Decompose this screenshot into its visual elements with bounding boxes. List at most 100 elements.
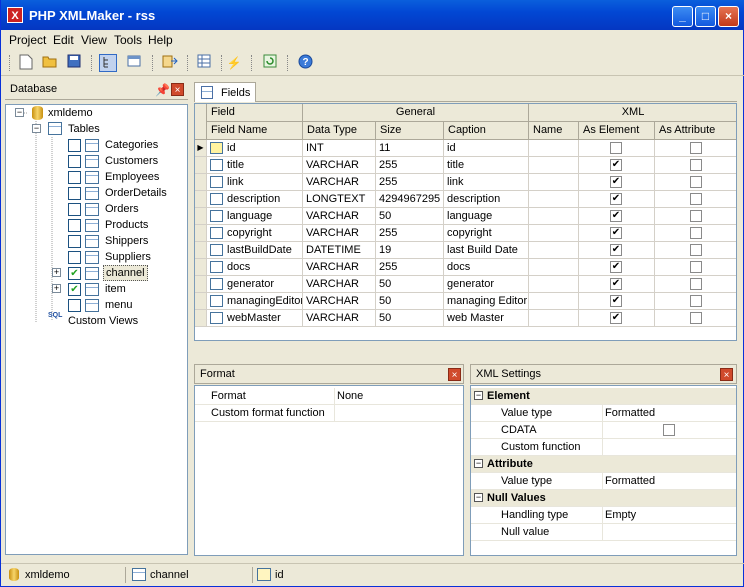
table-settings-icon[interactable] — [195, 54, 213, 72]
xml-section-header[interactable]: − Null Values — [471, 490, 736, 507]
table-checkbox[interactable] — [68, 155, 81, 168]
menu-view[interactable]: View — [81, 33, 107, 47]
table-checkbox[interactable] — [68, 187, 81, 200]
cell-caption[interactable]: docs — [444, 259, 529, 276]
xml-property-value[interactable] — [603, 439, 736, 456]
app-icon[interactable]: X — [7, 7, 23, 23]
table-checkbox[interactable] — [68, 203, 81, 216]
cell-type[interactable]: DATETIME — [303, 242, 376, 259]
table-node[interactable]: channel — [103, 265, 148, 281]
custom-views-node[interactable]: Custom Views — [68, 313, 138, 329]
as-element-checkbox[interactable]: ✔ — [610, 261, 622, 273]
col-header-field-name[interactable]: Field Name — [207, 122, 303, 140]
title-bar[interactable]: X PHP XMLMaker - rss _ □ × — [1, 0, 744, 30]
cell-type[interactable]: VARCHAR — [303, 310, 376, 327]
close-database-panel-button[interactable]: × — [171, 83, 184, 96]
as-attribute-checkbox[interactable] — [690, 295, 702, 307]
table-node[interactable]: Products — [103, 217, 150, 233]
cell-field-name[interactable]: link — [207, 174, 303, 191]
cell-caption[interactable]: title — [444, 157, 529, 174]
open-folder-icon[interactable] — [41, 54, 59, 72]
cell-size[interactable]: 255 — [376, 259, 444, 276]
cell-caption[interactable]: generator — [444, 276, 529, 293]
collapse-section-toggle[interactable]: − — [474, 493, 483, 502]
cell-size[interactable]: 50 — [376, 276, 444, 293]
as-element-checkbox[interactable]: ✔ — [610, 244, 622, 256]
as-element-checkbox[interactable]: ✔ — [610, 278, 622, 290]
collapse-section-toggle[interactable]: − — [474, 459, 483, 468]
row-header[interactable] — [195, 310, 207, 327]
as-element-checkbox[interactable]: ✔ — [610, 210, 622, 222]
cell-xmlname[interactable] — [529, 174, 579, 191]
as-element-checkbox[interactable]: ✔ — [610, 295, 622, 307]
menu-help[interactable]: Help — [148, 33, 173, 47]
col-header-as-element[interactable]: As Element — [579, 122, 655, 140]
xml-property-value[interactable] — [603, 524, 736, 541]
col-header-data-type[interactable]: Data Type — [303, 122, 376, 140]
col-header-name[interactable]: Name — [529, 122, 579, 140]
cell-type[interactable]: LONGTEXT — [303, 191, 376, 208]
xml-section-header[interactable]: − Attribute — [471, 456, 736, 473]
row-header[interactable] — [195, 242, 207, 259]
col-header-caption[interactable]: Caption — [444, 122, 529, 140]
table-node[interactable]: Orders — [103, 201, 141, 217]
as-element-checkbox[interactable]: ✔ — [610, 159, 622, 171]
refresh-icon[interactable] — [261, 54, 279, 72]
cell-field-name[interactable]: copyright — [207, 225, 303, 242]
row-header[interactable] — [195, 157, 207, 174]
table-checkbox[interactable] — [68, 251, 81, 264]
cell-size[interactable]: 50 — [376, 293, 444, 310]
table-checkbox[interactable] — [68, 171, 81, 184]
tree-root[interactable]: xmldemo — [48, 105, 93, 121]
cell-size[interactable]: 4294967295 — [376, 191, 444, 208]
cell-field-name[interactable]: id — [207, 140, 303, 157]
panel-view-icon[interactable] — [125, 54, 143, 72]
cell-field-name[interactable]: description — [207, 191, 303, 208]
as-attribute-checkbox[interactable] — [690, 210, 702, 222]
collapse-root-toggle[interactable]: − — [15, 108, 24, 117]
as-attribute-checkbox[interactable] — [690, 142, 702, 154]
xml-property-value[interactable]: Empty — [603, 507, 736, 524]
menu-edit[interactable]: Edit — [53, 33, 74, 47]
expand-table-toggle[interactable]: + — [52, 284, 61, 293]
table-node[interactable]: Suppliers — [103, 249, 153, 265]
cell-field-name[interactable]: lastBuildDate — [207, 242, 303, 259]
expand-table-toggle[interactable]: + — [52, 268, 61, 277]
cell-type[interactable]: VARCHAR — [303, 208, 376, 225]
as-element-checkbox[interactable]: ✔ — [610, 227, 622, 239]
cell-field-name[interactable]: managingEditor — [207, 293, 303, 310]
cell-xmlname[interactable] — [529, 242, 579, 259]
as-attribute-checkbox[interactable] — [690, 261, 702, 273]
cell-caption[interactable]: web Master — [444, 310, 529, 327]
cell-field-name[interactable]: docs — [207, 259, 303, 276]
col-header-as-attribute[interactable]: As Attribute — [655, 122, 736, 140]
as-attribute-checkbox[interactable] — [690, 176, 702, 188]
cdata-checkbox[interactable] — [663, 424, 675, 436]
as-attribute-checkbox[interactable] — [690, 312, 702, 324]
menu-project[interactable]: Project — [9, 33, 46, 47]
cell-size[interactable]: 50 — [376, 208, 444, 225]
format-property-value[interactable]: None — [335, 388, 463, 405]
cell-xmlname[interactable] — [529, 259, 579, 276]
cell-xmlname[interactable] — [529, 191, 579, 208]
cell-xmlname[interactable] — [529, 225, 579, 242]
row-header[interactable] — [195, 259, 207, 276]
as-attribute-checkbox[interactable] — [690, 193, 702, 205]
cell-size[interactable]: 255 — [376, 174, 444, 191]
table-checkbox[interactable]: ✔ — [68, 267, 81, 280]
table-checkbox[interactable] — [68, 139, 81, 152]
cell-type[interactable]: VARCHAR — [303, 293, 376, 310]
table-node[interactable]: menu — [103, 297, 135, 313]
as-element-checkbox[interactable]: ✔ — [610, 193, 622, 205]
cell-type[interactable]: VARCHAR — [303, 259, 376, 276]
as-attribute-checkbox[interactable] — [690, 278, 702, 290]
cell-xmlname[interactable] — [529, 293, 579, 310]
cell-size[interactable]: 11 — [376, 140, 444, 157]
save-icon[interactable] — [65, 54, 83, 72]
horizontal-scrollbar[interactable]: ◀ ||| ▶ — [195, 340, 737, 341]
close-button[interactable]: × — [718, 6, 739, 27]
maximize-button[interactable]: □ — [695, 6, 716, 27]
new-file-icon[interactable] — [17, 54, 35, 72]
as-attribute-checkbox[interactable] — [690, 227, 702, 239]
cell-caption[interactable]: id — [444, 140, 529, 157]
